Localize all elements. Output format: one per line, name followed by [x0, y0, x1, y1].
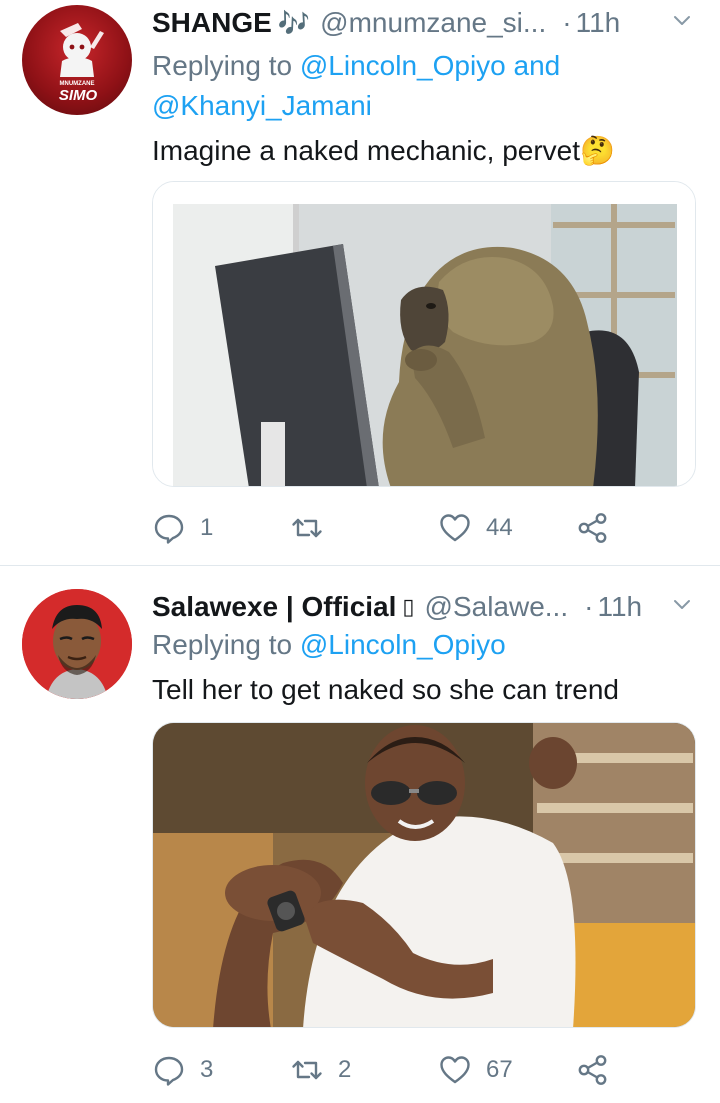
man-rubbing-hands-image [153, 723, 695, 1027]
tweet-image[interactable] [152, 181, 696, 487]
baboon-at-computer-image [153, 182, 695, 486]
tweet-image[interactable] [152, 722, 696, 1028]
mention-link[interactable]: @Khanyi_Jamani [152, 90, 372, 121]
reply-count: 3 [200, 1056, 214, 1083]
svg-text:SIMO: SIMO [59, 87, 98, 104]
reply-icon [154, 1056, 184, 1086]
separator-dot: · [562, 7, 572, 38]
replying-to: Replying to @Lincoln_Opiyo [152, 625, 696, 665]
tweet-header: Salawexe | Official ▯ @Salawe... · 11h [152, 587, 700, 627]
chevron-down-icon[interactable] [672, 11, 692, 31]
tweet-actions: 3 2 67 [152, 1048, 620, 1092]
mention-link[interactable]: @Lincoln_Opiyo [300, 629, 506, 660]
tweet-text: Imagine a naked mechanic, pervet🤔 [152, 135, 615, 166]
replying-to-label: Replying to [152, 50, 293, 81]
reply-button[interactable]: 3 [152, 1048, 213, 1092]
reply-icon [154, 514, 184, 544]
user-handle[interactable]: @Salawe... [425, 591, 569, 623]
share-button[interactable] [576, 1048, 610, 1092]
display-name[interactable]: SHANGE [152, 7, 272, 39]
tweet[interactable]: MNUMZANE SIMO SHANGE 🎶 @mnumzane_si... ·… [0, 0, 720, 566]
retweet-count: 2 [338, 1056, 352, 1083]
reply-button[interactable]: 1 [152, 506, 213, 550]
mention-conjunction: and [513, 50, 561, 81]
replying-to: Replying to @Lincoln_Opiyo and @Khanyi_J… [152, 46, 696, 126]
like-count: 67 [486, 1056, 513, 1083]
share-icon [578, 513, 607, 543]
display-name[interactable]: Salawexe | Official [152, 591, 396, 623]
separator-dot: · [584, 591, 594, 622]
tweet[interactable]: Salawexe | Official ▯ @Salawe... · 11h R… [0, 566, 720, 1103]
tweet-header: SHANGE 🎶 @mnumzane_si... · 11h [152, 3, 700, 43]
name-emoji: ▯ [402, 594, 415, 619]
user-handle[interactable]: @mnumzane_si... [320, 7, 546, 39]
heart-icon [440, 514, 470, 542]
like-count: 44 [486, 514, 513, 541]
share-icon [578, 1055, 607, 1085]
chevron-down-icon[interactable] [672, 595, 692, 615]
tweet-actions: 1 44 [152, 506, 620, 550]
retweet-icon [292, 518, 322, 538]
avatar[interactable] [22, 589, 132, 699]
avatar-logo-icon: MNUMZANE SIMO [59, 23, 104, 104]
tweet-text: Tell her to get naked so she can trend [152, 674, 619, 705]
share-button[interactable] [576, 506, 610, 550]
like-button[interactable]: 67 [438, 1048, 513, 1092]
replying-to-label: Replying to [152, 629, 293, 660]
retweet-icon [292, 1060, 322, 1080]
retweet-button[interactable] [290, 506, 338, 550]
avatar[interactable]: MNUMZANE SIMO [22, 5, 132, 115]
reply-count: 1 [200, 514, 214, 541]
heart-icon [440, 1056, 470, 1084]
name-emoji: 🎶 [277, 7, 311, 38]
avatar-cartoon-icon [22, 589, 132, 699]
timestamp[interactable]: 11h [597, 591, 642, 623]
retweet-button[interactable]: 2 [290, 1048, 351, 1092]
timestamp[interactable]: 11h [576, 7, 621, 39]
like-button[interactable]: 44 [438, 506, 513, 550]
mention-link[interactable]: @Lincoln_Opiyo [300, 50, 506, 81]
